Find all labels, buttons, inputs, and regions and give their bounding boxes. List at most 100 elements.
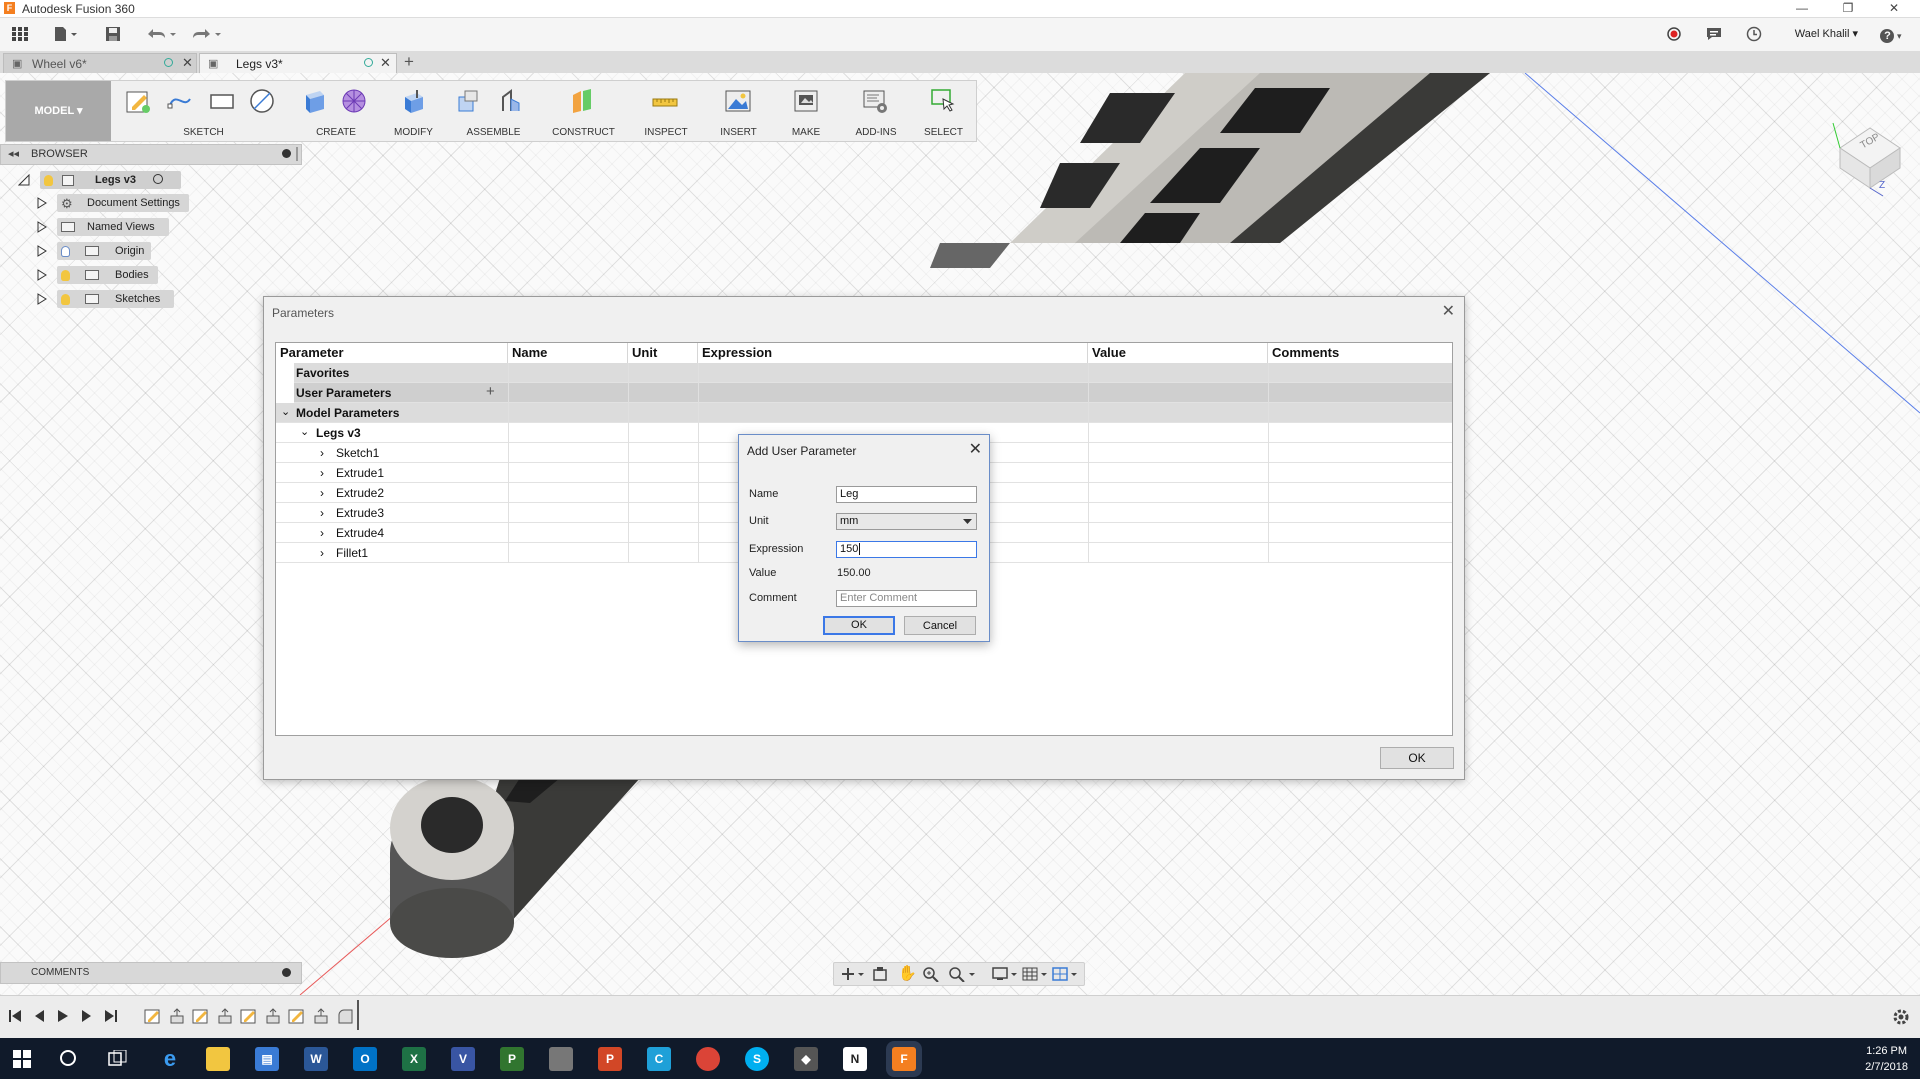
visibility-bulb-icon[interactable]	[61, 246, 70, 257]
look-at-icon[interactable]	[872, 966, 888, 982]
column-header-parameter[interactable]: Parameter	[276, 343, 508, 363]
skype-icon[interactable]: S	[745, 1047, 769, 1071]
save-icon[interactable]	[103, 26, 123, 43]
column-header-name[interactable]: Name	[508, 343, 628, 363]
unit-select[interactable]: mm	[836, 513, 977, 530]
model-parameters-row[interactable]: ⌄ Model Parameters	[276, 403, 1452, 423]
timeline-sketch-icon[interactable]	[240, 1007, 258, 1025]
word-icon[interactable]: W	[304, 1047, 328, 1071]
browser-item-sketches[interactable]: Sketches	[57, 290, 174, 308]
modify-group[interactable]: MODIFY	[381, 81, 446, 141]
expand-chevron-icon[interactable]: ›	[320, 506, 324, 520]
comment-field[interactable]: Enter Comment	[836, 590, 977, 607]
task-view-icon[interactable]	[108, 1050, 128, 1068]
add-user-parameter-button[interactable]: +	[486, 383, 495, 400]
timeline-fillet-icon[interactable]	[336, 1007, 354, 1025]
column-header-value[interactable]: Value	[1088, 343, 1268, 363]
expand-chevron-icon[interactable]: ›	[320, 446, 324, 460]
outlook-icon[interactable]: O	[353, 1047, 377, 1071]
collapse-panel-icon[interactable]: ◂◂	[8, 147, 19, 160]
close-dialog-icon[interactable]: ✕	[969, 439, 982, 459]
timeline-extrude-icon[interactable]	[264, 1007, 282, 1025]
timeline-extrude-icon[interactable]	[216, 1007, 234, 1025]
scripts-icon[interactable]	[861, 87, 889, 115]
browser-panel-header[interactable]: ◂◂ BROWSER	[0, 144, 302, 165]
step-back-icon[interactable]	[32, 1008, 46, 1024]
help-menu[interactable]: ? ▾	[1876, 26, 1906, 43]
c-app-icon[interactable]: C	[647, 1047, 671, 1071]
minimize-button[interactable]: —	[1782, 0, 1822, 17]
close-dialog-icon[interactable]: ✕	[1442, 301, 1455, 321]
git-app-icon[interactable]: ◆	[794, 1047, 818, 1071]
undo-icon[interactable]	[145, 26, 176, 43]
favorites-row[interactable]: Favorites	[294, 363, 1452, 383]
activate-component-icon[interactable]	[153, 174, 163, 184]
step-forward-icon[interactable]	[80, 1008, 94, 1024]
create-form-icon[interactable]	[340, 87, 368, 115]
circle-icon[interactable]	[248, 87, 276, 115]
timeline-sketch-icon[interactable]	[192, 1007, 210, 1025]
offset-plane-icon[interactable]	[569, 87, 597, 115]
browser-item-bodies[interactable]: Bodies	[57, 266, 158, 284]
fit-icon[interactable]	[948, 966, 976, 982]
visio-icon[interactable]: V	[451, 1047, 475, 1071]
add-ins-group[interactable]: ADD-INS	[841, 81, 911, 141]
collapse-chevron-icon[interactable]: ⌄	[300, 425, 309, 438]
browser-item-named-views[interactable]: Named Views	[57, 218, 169, 236]
select-icon[interactable]	[929, 87, 957, 115]
visibility-bulb-icon[interactable]	[61, 270, 70, 281]
column-header-comments[interactable]: Comments	[1268, 343, 1452, 363]
display-settings-icon[interactable]	[992, 966, 1018, 982]
sketch-group[interactable]: SKETCH	[116, 81, 291, 141]
cloud-app-icon[interactable]	[549, 1047, 573, 1071]
visibility-bulb-icon[interactable]	[61, 294, 70, 305]
zoom-icon[interactable]	[922, 966, 940, 982]
timeline-marker[interactable]	[357, 1000, 359, 1030]
name-field[interactable]: Leg	[836, 486, 977, 503]
user-account-menu[interactable]: Wael Khalil ▾	[1795, 27, 1858, 40]
pin-icon[interactable]	[282, 968, 291, 977]
press-pull-icon[interactable]	[399, 87, 427, 115]
new-component-icon[interactable]	[455, 87, 483, 115]
store-icon[interactable]: ▤	[255, 1047, 279, 1071]
timeline-settings-gear-icon[interactable]	[1892, 1008, 1910, 1026]
expand-triangle-icon[interactable]	[37, 269, 47, 281]
timeline-extrude-icon[interactable]	[312, 1007, 330, 1025]
pin-icon[interactable]	[282, 149, 291, 158]
parameters-ok-button[interactable]: OK	[1380, 747, 1454, 769]
timeline-extrude-icon[interactable]	[168, 1007, 186, 1025]
measure-icon[interactable]	[651, 87, 679, 115]
go-to-end-icon[interactable]	[104, 1008, 118, 1024]
close-tab-icon[interactable]: ✕	[182, 55, 193, 71]
expand-chevron-icon[interactable]: ›	[320, 546, 324, 560]
system-clock[interactable]: 1:26 PM 2/7/2018	[1865, 1043, 1908, 1075]
timeline-sketch-icon[interactable]	[144, 1007, 162, 1025]
rectangle-icon[interactable]	[208, 87, 236, 115]
expand-triangle-icon[interactable]	[37, 245, 47, 257]
pan-icon[interactable]: ✋	[898, 964, 917, 982]
insert-group[interactable]: INSERT	[706, 81, 771, 141]
expand-chevron-icon[interactable]: ›	[320, 486, 324, 500]
close-tab-icon[interactable]: ✕	[380, 55, 391, 71]
browser-item-origin[interactable]: Origin	[57, 242, 151, 260]
3d-print-icon[interactable]	[792, 87, 820, 115]
browser-item-document-settings[interactable]: ⚙ Document Settings	[57, 194, 189, 212]
excel-icon[interactable]: X	[402, 1047, 426, 1071]
joint-icon[interactable]	[497, 87, 525, 115]
expand-triangle-icon[interactable]	[37, 197, 47, 209]
expand-chevron-icon[interactable]: ›	[320, 466, 324, 480]
record-icon[interactable]	[1664, 26, 1684, 43]
user-parameters-row[interactable]: User Parameters +	[294, 383, 1452, 403]
column-header-expression[interactable]: Expression	[698, 343, 1088, 363]
new-tab-button[interactable]: +	[404, 52, 414, 72]
expression-field[interactable]: 150	[836, 541, 977, 558]
orbit-icon[interactable]	[840, 966, 864, 982]
timeline-sketch-icon[interactable]	[288, 1007, 306, 1025]
cancel-button[interactable]: Cancel	[904, 616, 976, 635]
app-grid-icon[interactable]	[10, 26, 30, 43]
expand-triangle-icon[interactable]	[37, 293, 47, 305]
play-icon[interactable]	[56, 1008, 70, 1024]
column-header-unit[interactable]: Unit	[628, 343, 698, 363]
visibility-bulb-icon[interactable]	[44, 175, 53, 186]
create-sketch-icon[interactable]	[124, 87, 152, 115]
